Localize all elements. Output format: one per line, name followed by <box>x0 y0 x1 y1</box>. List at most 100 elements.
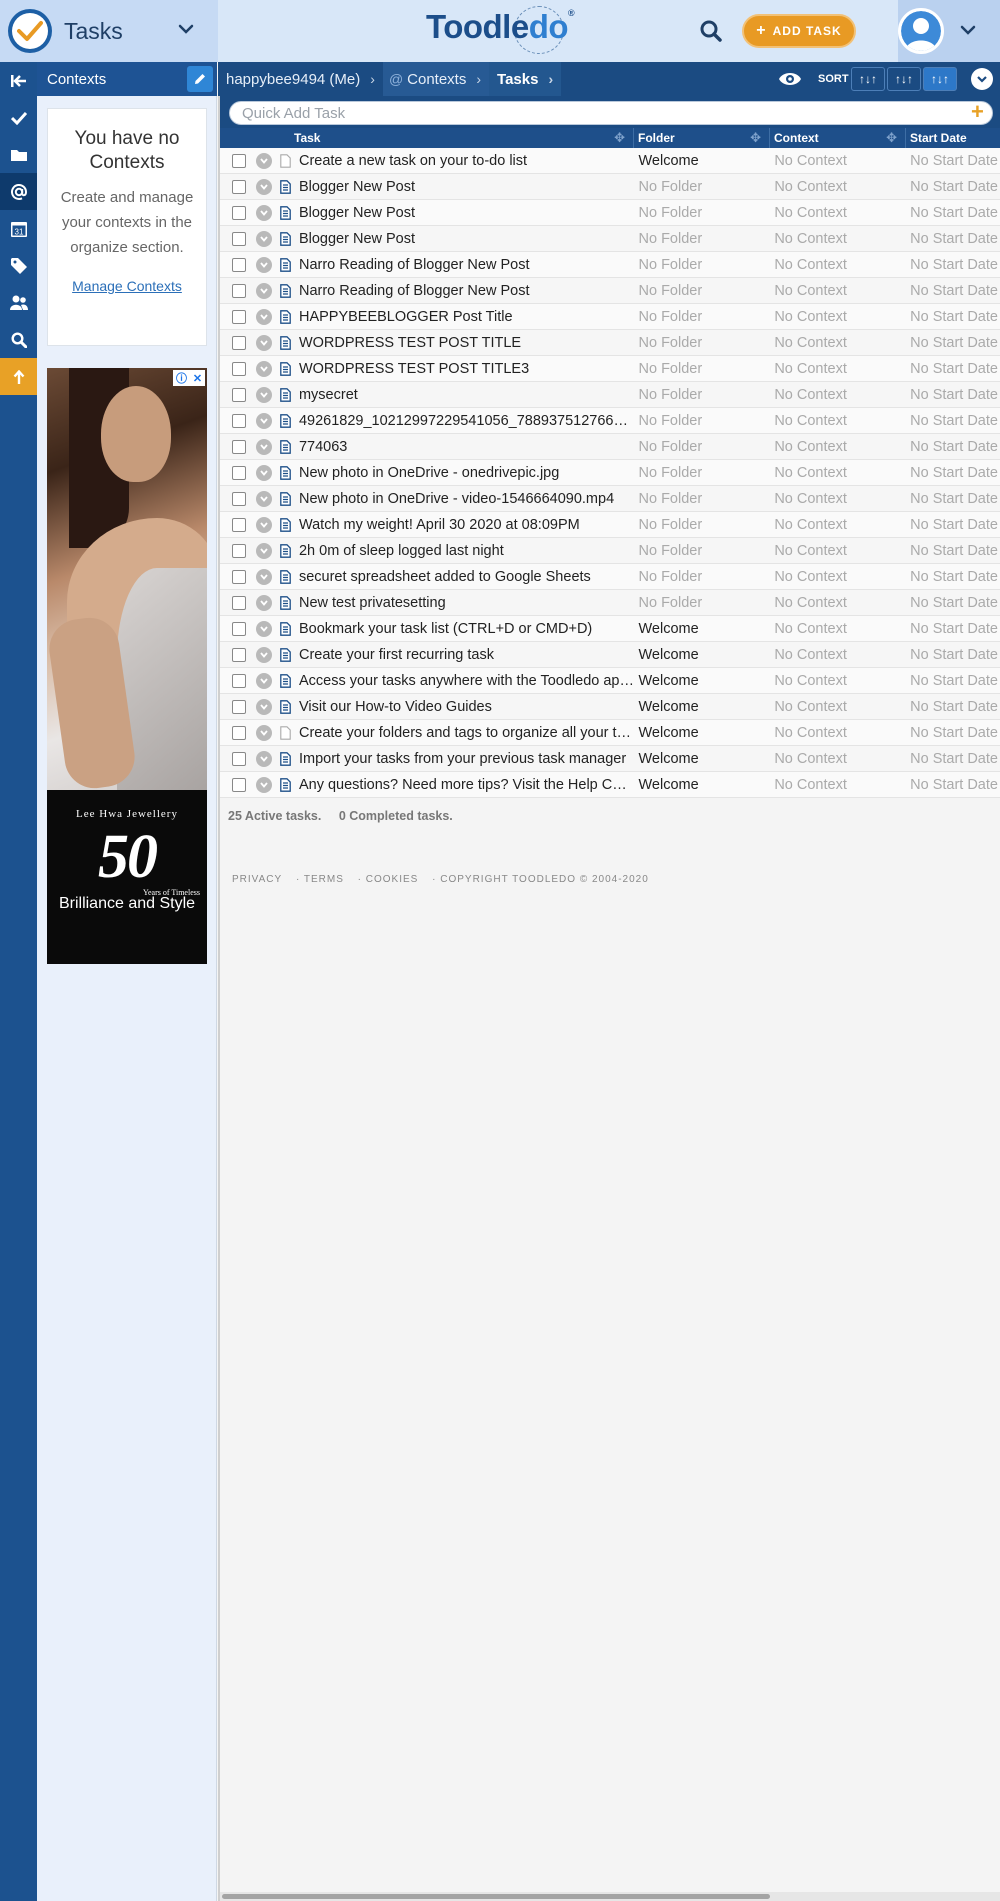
note-icon[interactable] <box>280 413 291 428</box>
expand-chevron-icon[interactable] <box>255 724 272 741</box>
expand-chevron-icon[interactable] <box>255 438 272 455</box>
task-folder[interactable]: Welcome <box>635 673 771 689</box>
edit-pencil-icon[interactable] <box>187 66 213 92</box>
task-context[interactable]: No Context <box>770 153 906 169</box>
cookies-link[interactable]: · COOKIES <box>358 874 419 885</box>
table-row[interactable]: New test privatesetting No Folder No Conte… <box>220 590 1000 616</box>
task-context[interactable]: No Context <box>770 439 906 455</box>
note-icon[interactable] <box>280 621 291 636</box>
task-start-date[interactable]: No Start Date <box>906 465 1000 481</box>
task-start-date[interactable]: No Start Date <box>906 439 1000 455</box>
note-icon[interactable] <box>280 647 291 662</box>
task-title[interactable]: Watch my weight! April 30 2020 at 08:09P… <box>291 517 635 533</box>
expand-chevron-icon[interactable] <box>255 386 272 403</box>
complete-checkbox[interactable] <box>232 569 246 584</box>
expand-chevron-icon[interactable] <box>255 516 272 533</box>
task-start-date[interactable]: No Start Date <box>906 621 1000 637</box>
complete-checkbox[interactable] <box>232 413 246 428</box>
expand-chevron-icon[interactable] <box>255 542 272 559</box>
expand-chevron-icon[interactable] <box>255 360 272 377</box>
expand-chevron-icon[interactable] <box>255 464 272 481</box>
task-title[interactable]: securet spreadsheet added to Google Shee… <box>291 569 635 585</box>
chevron-down-icon[interactable] <box>971 68 993 90</box>
column-task[interactable]: Task ✥ <box>290 128 634 148</box>
complete-checkbox[interactable] <box>232 699 246 714</box>
task-start-date[interactable]: No Start Date <box>906 725 1000 741</box>
complete-checkbox[interactable] <box>232 179 246 194</box>
task-folder[interactable]: Welcome <box>635 777 771 793</box>
task-start-date[interactable]: No Start Date <box>906 491 1000 507</box>
task-title[interactable]: Narro Reading of Blogger New Post <box>291 257 635 273</box>
table-row[interactable]: Visit our How-to Video Guides Welcome No C… <box>220 694 1000 720</box>
expand-chevron-icon[interactable] <box>255 204 272 221</box>
note-icon[interactable] <box>280 517 291 532</box>
breadcrumb-tasks[interactable]: Tasks › <box>489 62 562 96</box>
complete-checkbox[interactable] <box>232 387 246 402</box>
quick-add-input[interactable] <box>229 101 993 125</box>
task-start-date[interactable]: No Start Date <box>906 361 1000 377</box>
note-icon[interactable] <box>280 205 291 220</box>
task-context[interactable]: No Context <box>770 517 906 533</box>
task-start-date[interactable]: No Start Date <box>906 595 1000 611</box>
complete-checkbox[interactable] <box>232 725 246 740</box>
search-icon[interactable] <box>0 321 37 358</box>
privacy-link[interactable]: PRIVACY <box>232 874 282 885</box>
complete-checkbox[interactable] <box>232 231 246 246</box>
task-context[interactable]: No Context <box>770 777 906 793</box>
expand-chevron-icon[interactable] <box>255 672 272 689</box>
task-folder[interactable]: Welcome <box>635 751 771 767</box>
task-context[interactable]: No Context <box>770 699 906 715</box>
task-start-date[interactable]: No Start Date <box>906 283 1000 299</box>
empty-note-icon[interactable] <box>280 153 291 168</box>
table-row[interactable]: 774063 No Folder No Context No Start Date <box>220 434 1000 460</box>
task-title[interactable]: Blogger New Post <box>291 179 635 195</box>
task-context[interactable]: No Context <box>770 335 906 351</box>
task-folder[interactable]: No Folder <box>635 439 771 455</box>
complete-checkbox[interactable] <box>232 621 246 636</box>
task-context[interactable]: No Context <box>770 673 906 689</box>
manage-contexts-link[interactable]: Manage Contexts <box>58 278 196 294</box>
complete-checkbox[interactable] <box>232 517 246 532</box>
table-row[interactable]: New photo in OneDrive - onedrivepic.jpg N… <box>220 460 1000 486</box>
complete-checkbox[interactable] <box>232 647 246 662</box>
expand-chevron-icon[interactable] <box>255 308 272 325</box>
eye-icon[interactable] <box>778 70 802 91</box>
task-title[interactable]: Create your folders and tags to organize… <box>291 725 635 741</box>
note-icon[interactable] <box>280 491 291 506</box>
collapse-icon[interactable] <box>0 62 37 99</box>
move-icon[interactable]: ✥ <box>750 130 761 146</box>
task-start-date[interactable]: No Start Date <box>906 647 1000 663</box>
search-icon[interactable] <box>696 16 726 46</box>
task-title[interactable]: Blogger New Post <box>291 231 635 247</box>
table-row[interactable]: Blogger New Post No Folder No Context No St… <box>220 200 1000 226</box>
at-icon[interactable] <box>0 173 37 210</box>
expand-chevron-icon[interactable] <box>255 178 272 195</box>
complete-checkbox[interactable] <box>232 777 246 792</box>
expand-chevron-icon[interactable] <box>255 620 272 637</box>
note-icon[interactable] <box>280 751 291 766</box>
task-start-date[interactable]: No Start Date <box>906 777 1000 793</box>
table-row[interactable]: WORDPRESS TEST POST TITLE No Folder No Con… <box>220 330 1000 356</box>
table-row[interactable]: Any questions? Need more tips? Visit the… <box>220 772 1000 798</box>
task-context[interactable]: No Context <box>770 751 906 767</box>
table-row[interactable]: Blogger New Post No Folder No Context No St… <box>220 174 1000 200</box>
task-title[interactable]: New photo in OneDrive - onedrivepic.jpg <box>291 465 635 481</box>
table-row[interactable]: 2h 0m of sleep logged last night No Folde… <box>220 538 1000 564</box>
expand-chevron-icon[interactable] <box>255 698 272 715</box>
note-icon[interactable] <box>280 595 291 610</box>
tag-icon[interactable] <box>0 247 37 284</box>
task-folder[interactable]: No Folder <box>635 205 771 221</box>
task-context[interactable]: No Context <box>770 257 906 273</box>
task-start-date[interactable]: No Start Date <box>906 257 1000 273</box>
table-row[interactable]: securet spreadsheet added to Google Shee… <box>220 564 1000 590</box>
task-context[interactable]: No Context <box>770 309 906 325</box>
task-start-date[interactable]: No Start Date <box>906 543 1000 559</box>
task-folder[interactable]: No Folder <box>635 257 771 273</box>
task-context[interactable]: No Context <box>770 179 906 195</box>
task-folder[interactable]: No Folder <box>635 595 771 611</box>
note-icon[interactable] <box>280 283 291 298</box>
complete-checkbox[interactable] <box>232 595 246 610</box>
task-folder[interactable]: No Folder <box>635 179 771 195</box>
task-context[interactable]: No Context <box>770 387 906 403</box>
note-icon[interactable] <box>280 569 291 584</box>
